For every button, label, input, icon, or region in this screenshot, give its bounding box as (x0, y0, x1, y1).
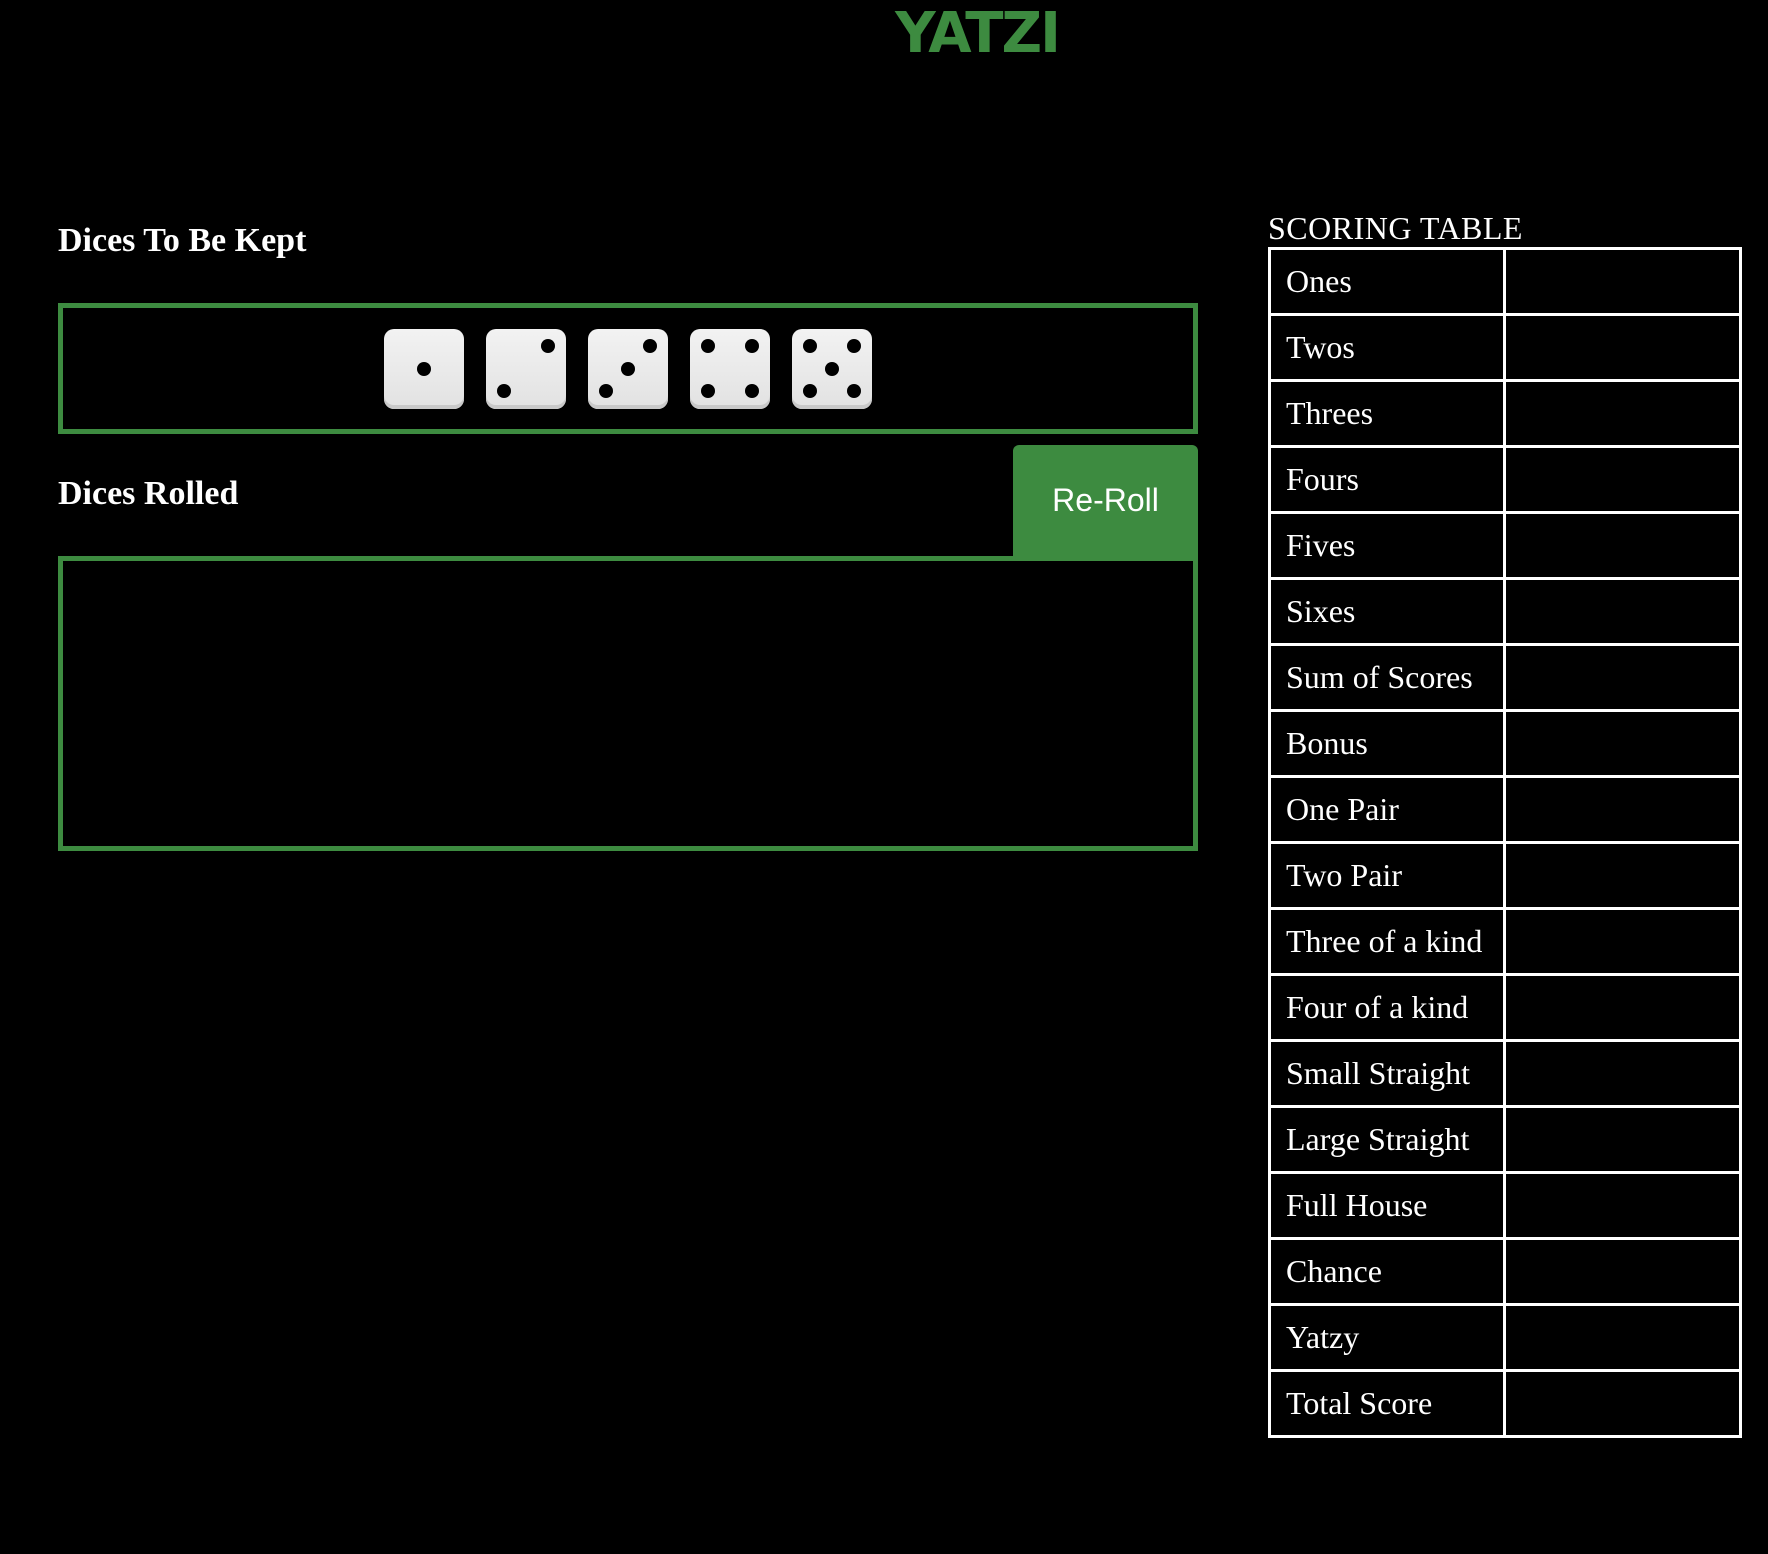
scoring-row-value[interactable] (1502, 841, 1743, 910)
scoring-row-value[interactable] (1502, 907, 1743, 976)
scoring-row-label: Four of a kind (1268, 973, 1506, 1042)
scoring-row-label: Yatzy (1268, 1303, 1506, 1372)
kept-die[interactable] (384, 328, 464, 409)
scoring-row: Four of a kind (1268, 973, 1743, 1042)
scoring-row-value[interactable] (1502, 1237, 1743, 1306)
kept-dice-heading: Dices To Be Kept (58, 222, 307, 259)
scoring-row-label: One Pair (1268, 775, 1506, 844)
rolled-dice-area (58, 556, 1198, 851)
scoring-row: Two Pair (1268, 841, 1743, 910)
scoring-row-value[interactable] (1502, 1171, 1743, 1240)
scoring-row-label: Fives (1268, 511, 1506, 580)
scoring-row-value[interactable] (1502, 775, 1743, 844)
scoring-row-label: Fours (1268, 445, 1506, 514)
scoring-row-label: Threes (1268, 379, 1506, 448)
die-pip (700, 383, 715, 398)
kept-die[interactable] (792, 328, 872, 409)
die-pip (621, 361, 635, 376)
scoring-table-caption: SCORING TABLE (1268, 210, 1523, 246)
die-pip (700, 339, 715, 354)
scoring-row-value[interactable] (1502, 643, 1743, 712)
scoring-row-value[interactable] (1502, 445, 1743, 514)
scoring-row: Sum of Scores (1268, 643, 1743, 712)
kept-dice-area (58, 303, 1198, 434)
scoring-row: Full House (1268, 1171, 1743, 1240)
die-pip (745, 383, 760, 398)
yatzi-logo: YATZI (894, 4, 1061, 60)
scoring-row: Chance (1268, 1237, 1743, 1306)
scoring-row-label: Three of a kind (1268, 907, 1506, 976)
die-pip (417, 361, 431, 376)
scoring-row: Small Straight (1268, 1039, 1743, 1108)
rolled-dice-heading: Dices Rolled (58, 475, 239, 512)
reroll-button[interactable]: Re-Roll (1013, 445, 1198, 556)
yatzi-page: YATZI Dices To Be Kept Dices Rolled Re-R… (0, 0, 1768, 1554)
scoring-row-value[interactable] (1502, 1369, 1743, 1438)
scoring-row: Fours (1268, 445, 1743, 514)
scoring-row-label: Full House (1268, 1171, 1506, 1240)
scoring-row: Fives (1268, 511, 1743, 580)
scoring-row: Threes (1268, 379, 1743, 448)
scoring-row: Twos (1268, 313, 1743, 382)
die-pip (847, 383, 862, 398)
scoring-row-value[interactable] (1502, 709, 1743, 778)
kept-die[interactable] (690, 328, 770, 409)
die-pip (541, 339, 556, 354)
scoring-row-value[interactable] (1502, 1105, 1743, 1174)
die-pip (802, 383, 817, 398)
scoring-row: Yatzy (1268, 1303, 1743, 1372)
die-pip (745, 339, 760, 354)
scoring-row: Bonus (1268, 709, 1743, 778)
scoring-row: Sixes (1268, 577, 1743, 646)
scoring-row: Large Straight (1268, 1105, 1743, 1174)
scoring-row-value[interactable] (1502, 379, 1743, 448)
kept-die[interactable] (486, 328, 566, 409)
scoring-row-value[interactable] (1502, 247, 1743, 316)
die-pip (825, 361, 839, 376)
scoring-row-label: Two Pair (1268, 841, 1506, 910)
scoring-row-value[interactable] (1502, 511, 1743, 580)
scoring-table: Ones Twos Threes Fours Fives Sixes Sum of Scor… (1268, 247, 1743, 1438)
scoring-row-label: Total Score (1268, 1369, 1506, 1438)
die-pip (598, 383, 613, 398)
die-pip (496, 383, 511, 398)
kept-die[interactable] (588, 328, 668, 409)
scoring-row-value[interactable] (1502, 577, 1743, 646)
scoring-row-value[interactable] (1502, 973, 1743, 1042)
scoring-row: Total Score (1268, 1369, 1743, 1438)
scoring-row-label: Sixes (1268, 577, 1506, 646)
scoring-row-label: Small Straight (1268, 1039, 1506, 1108)
scoring-row-label: Sum of Scores (1268, 643, 1506, 712)
svg-text:YATZI: YATZI (894, 4, 1059, 60)
scoring-row: One Pair (1268, 775, 1743, 844)
scoring-row-label: Large Straight (1268, 1105, 1506, 1174)
scoring-row: Ones (1268, 247, 1743, 316)
die-pip (802, 339, 817, 354)
scoring-row-value[interactable] (1502, 313, 1743, 382)
scoring-row-label: Chance (1268, 1237, 1506, 1306)
scoring-row-label: Twos (1268, 313, 1506, 382)
die-pip (643, 339, 658, 354)
scoring-row-value[interactable] (1502, 1303, 1743, 1372)
scoring-row: Three of a kind (1268, 907, 1743, 976)
scoring-row-label: Bonus (1268, 709, 1506, 778)
scoring-row-label: Ones (1268, 247, 1506, 316)
die-pip (847, 339, 862, 354)
scoring-row-value[interactable] (1502, 1039, 1743, 1108)
